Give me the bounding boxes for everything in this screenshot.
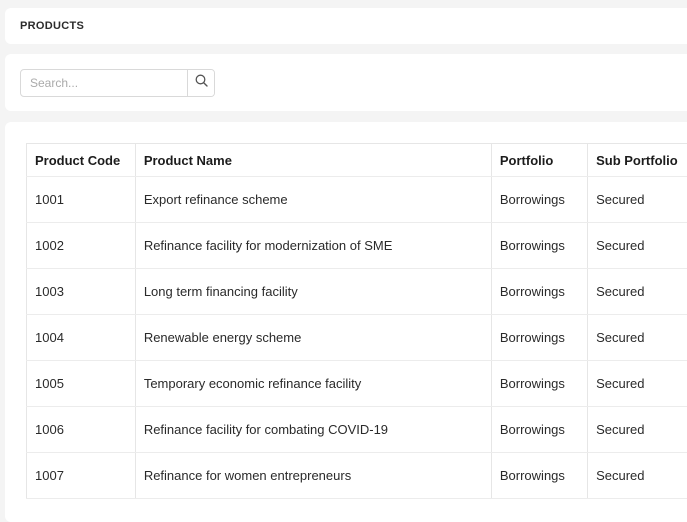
cell-product-code: 1003 (27, 269, 136, 315)
cell-sub-portfolio: Secured (588, 269, 687, 315)
cell-portfolio: Borrowings (491, 453, 587, 499)
search-icon (195, 74, 208, 92)
cell-sub-portfolio: Secured (588, 177, 687, 223)
cell-sub-portfolio: Secured (588, 453, 687, 499)
cell-product-name: Refinance for women entrepreneurs (135, 453, 491, 499)
column-header-product-code[interactable]: Product Code (27, 144, 136, 177)
table-row[interactable]: 1001 Export refinance scheme Borrowings … (27, 177, 687, 223)
search-panel (5, 54, 687, 111)
search-box (20, 69, 215, 97)
products-table: Product Code Product Name Portfolio Sub … (26, 143, 687, 499)
search-input[interactable] (21, 70, 187, 96)
table-row[interactable]: 1003 Long term financing facility Borrow… (27, 269, 687, 315)
table-row[interactable]: 1004 Renewable energy scheme Borrowings … (27, 315, 687, 361)
cell-portfolio: Borrowings (491, 269, 587, 315)
search-button[interactable] (187, 70, 214, 96)
cell-sub-portfolio: Secured (588, 407, 687, 453)
cell-sub-portfolio: Secured (588, 315, 687, 361)
cell-product-code: 1005 (27, 361, 136, 407)
cell-product-name: Temporary economic refinance facility (135, 361, 491, 407)
cell-portfolio: Borrowings (491, 223, 587, 269)
cell-portfolio: Borrowings (491, 315, 587, 361)
cell-product-name: Export refinance scheme (135, 177, 491, 223)
table-row[interactable]: 1006 Refinance facility for combating CO… (27, 407, 687, 453)
cell-product-name: Refinance facility for modernization of … (135, 223, 491, 269)
table-header-row: Product Code Product Name Portfolio Sub … (27, 144, 687, 177)
cell-product-code: 1007 (27, 453, 136, 499)
cell-product-code: 1001 (27, 177, 136, 223)
cell-product-code: 1004 (27, 315, 136, 361)
table-row[interactable]: 1005 Temporary economic refinance facili… (27, 361, 687, 407)
cell-product-name: Renewable energy scheme (135, 315, 491, 361)
cell-portfolio: Borrowings (491, 361, 587, 407)
table-row[interactable]: 1002 Refinance facility for modernizatio… (27, 223, 687, 269)
column-header-product-name[interactable]: Product Name (135, 144, 491, 177)
cell-product-name: Refinance facility for combating COVID-1… (135, 407, 491, 453)
cell-sub-portfolio: Secured (588, 223, 687, 269)
column-header-sub-portfolio[interactable]: Sub Portfolio (588, 144, 687, 177)
column-header-portfolio[interactable]: Portfolio (491, 144, 587, 177)
products-table-panel: Product Code Product Name Portfolio Sub … (5, 122, 687, 522)
cell-portfolio: Borrowings (491, 177, 587, 223)
cell-sub-portfolio: Secured (588, 361, 687, 407)
table-row[interactable]: 1007 Refinance for women entrepreneurs B… (27, 453, 687, 499)
page-title: PRODUCTS (20, 20, 84, 32)
page-header: PRODUCTS (5, 8, 687, 44)
cell-portfolio: Borrowings (491, 407, 587, 453)
cell-product-code: 1002 (27, 223, 136, 269)
cell-product-code: 1006 (27, 407, 136, 453)
cell-product-name: Long term financing facility (135, 269, 491, 315)
